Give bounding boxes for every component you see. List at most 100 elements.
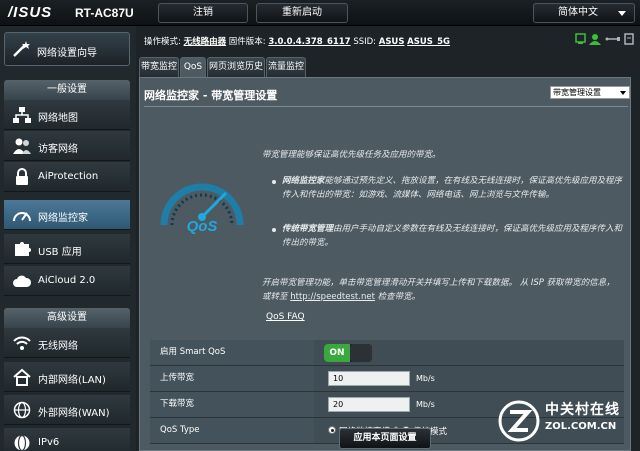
- firmware-label: 固件版本:: [228, 37, 266, 47]
- sidebar-item-wan[interactable]: 外部网络(WAN): [4, 395, 130, 425]
- watermark-en: ZOL.COM.CN: [545, 421, 617, 432]
- download-bandwidth-input[interactable]: 20: [328, 397, 410, 412]
- sidebar-item-traffic-manager[interactable]: 网络监控家: [4, 200, 130, 230]
- bullet-traffic-manager: 网络监控家能够通过预先定义、拖放设置，在有线及无线连接时，保证高优先级应用及程序…: [282, 174, 626, 202]
- ipv6-globe-icon: [14, 434, 30, 451]
- wireless-icon: [13, 336, 31, 350]
- sidebar-item-lan[interactable]: 内部网络(LAN): [4, 362, 130, 392]
- upload-bandwidth-label: 上传带宽: [150, 366, 314, 391]
- download-unit: Mb/s: [416, 400, 435, 409]
- sidebar-item-label: 网络地图: [38, 113, 78, 124]
- sidebar-item-label: AiProtection: [38, 171, 99, 182]
- sidebar-item-usb-application[interactable]: USB 应用: [4, 234, 130, 264]
- status-icons: [575, 33, 634, 45]
- ssid-24g-link[interactable]: ASUS: [379, 37, 405, 47]
- top-bar: /ISUS RT-AC87U 注销 重新启动 简体中文: [0, 0, 640, 26]
- status-line: 操作模式: 无线路由器 固件版本: 3.0.0.4.378_6117 SSID:…: [144, 35, 450, 47]
- language-value: 简体中文: [558, 7, 598, 18]
- download-bandwidth-label: 下载带宽: [150, 392, 314, 417]
- chevron-down-icon: [618, 11, 626, 16]
- hint-text: 开启带宽管理功能，单击带宽管理滑动开关并填写上传和下载数据。 从 ISP 获取带…: [262, 276, 622, 304]
- sidebar-item-label: 内部网络(LAN): [38, 375, 106, 386]
- table-row: 启用 Smart QoS ON: [150, 340, 624, 366]
- toggle-on-label: ON: [324, 344, 350, 362]
- firmware-value-link[interactable]: 3.0.0.4.378_6117: [268, 37, 350, 47]
- language-select[interactable]: 简体中文: [533, 3, 635, 23]
- tab-bandwidth-monitor[interactable]: 带宽监控: [139, 57, 179, 77]
- qos-type-radio-adaptive[interactable]: [328, 426, 336, 434]
- tab-web-history[interactable]: 网页浏览历史: [207, 57, 265, 77]
- sidebar-item-label: AiCloud 2.0: [38, 275, 96, 286]
- table-value-cell: 10 Mb/s: [314, 366, 624, 391]
- sidebar-item-label: 无线网络: [38, 341, 78, 352]
- advanced-section-header: 高级设置: [4, 308, 130, 328]
- sidebar-item-label: IPv6: [38, 437, 60, 448]
- traffic-gauge-icon: [13, 212, 31, 222]
- globe-icon: [13, 401, 31, 419]
- sidebar-item-network-map[interactable]: 网络地图: [4, 100, 130, 130]
- sidebar-item-aicloud[interactable]: AiCloud 2.0: [4, 266, 130, 296]
- tab-qos[interactable]: QoS: [180, 57, 206, 77]
- sidebar-item-label: 网络监控家: [38, 213, 88, 224]
- home-icon: [13, 368, 31, 386]
- setup-wizard-button[interactable]: 网络设置向导: [4, 32, 130, 66]
- sidebar-item-aiprotection[interactable]: AiProtection: [4, 162, 130, 192]
- bullet2-body: 由用户手动自定义参数在有线及无线连接时，保证高优先级应用及程序传入和传出的带宽。: [282, 224, 623, 248]
- hint-post: 检查带宽。: [377, 292, 421, 302]
- bullet1-title: 网络监控家: [282, 176, 325, 186]
- model-name: RT-AC87U: [75, 6, 134, 20]
- section-select-value: 带宽管理设置: [553, 88, 601, 97]
- title-divider: [144, 106, 628, 107]
- wizard-label: 网络设置向导: [37, 48, 97, 59]
- watermark-cn: 中关村在线: [545, 402, 620, 418]
- bullet1-body: 能够通过预先定义、拖放设置，在有线及无线连接时，保证高优先级应用及程序传入和传出…: [282, 176, 623, 200]
- speedtest-link[interactable]: http://speedtest.net: [290, 292, 375, 302]
- guest-network-icon: [13, 138, 31, 154]
- gauge-label: QoS: [187, 218, 218, 235]
- watermark: 中关村在线 ZOL.COM.CN: [493, 395, 640, 451]
- network-map-icon: [13, 107, 31, 123]
- sidebar-item-label: 访客网络: [38, 144, 78, 155]
- enable-qos-label: 启用 Smart QoS: [150, 340, 314, 365]
- qos-gauge-icon: QoS: [160, 183, 244, 235]
- chevron-down-icon: [620, 91, 626, 95]
- usb-puzzle-icon: [15, 242, 31, 256]
- user-status-icon[interactable]: [589, 34, 601, 45]
- sidebar-item-guest-network[interactable]: 访客网络: [4, 131, 130, 161]
- qos-type-label: QoS Type: [150, 418, 314, 443]
- aiprotection-lock-icon: [16, 168, 28, 185]
- app-status-icon[interactable]: [624, 33, 634, 45]
- sidebar-item-label: 外部网络(WAN): [38, 408, 110, 419]
- usb-status-icon[interactable]: [605, 37, 621, 41]
- main-content: 操作模式: 无线路由器 固件版本: 3.0.0.4.378_6117 SSID:…: [136, 26, 640, 451]
- mode-value-link[interactable]: 无线路由器: [184, 37, 227, 47]
- cloud-icon: [13, 275, 32, 287]
- zol-logo-icon: [498, 400, 540, 442]
- tab-traffic-monitor[interactable]: 流量监控: [266, 57, 306, 77]
- bullet-traditional-qos: 传统带宽管理由用户手动自定义参数在有线及无线连接时，保证高优先级应用及程序传入和…: [282, 222, 626, 250]
- qos-faq-link[interactable]: QoS FAQ: [266, 312, 305, 322]
- reboot-button[interactable]: 重新启动: [256, 3, 348, 23]
- intro-text: 带宽管理能够保证高优先级任务及应用的带宽。: [262, 150, 441, 160]
- sidebar-item-wireless[interactable]: 无线网络: [4, 328, 130, 358]
- upload-bandwidth-input[interactable]: 10: [328, 371, 410, 386]
- table-value-cell: ON: [314, 340, 624, 365]
- smart-qos-toggle[interactable]: ON: [324, 344, 372, 362]
- client-status-icon[interactable]: [575, 33, 586, 44]
- mode-label: 操作模式:: [144, 37, 181, 47]
- bullet-dot: [272, 180, 276, 184]
- sidebar-item-label: USB 应用: [38, 247, 82, 258]
- section-select[interactable]: 带宽管理设置: [550, 86, 630, 99]
- toggle-knob: [350, 344, 372, 362]
- brand-logo: /ISUS: [8, 4, 53, 21]
- ssid-5g-link[interactable]: ASUS_5G: [407, 37, 450, 47]
- table-row: 上传带宽 10 Mb/s: [150, 366, 624, 392]
- apply-button[interactable]: 应用本页面设置: [339, 428, 431, 449]
- logout-button[interactable]: 注销: [158, 3, 248, 23]
- general-section-header: 一般设置: [4, 80, 130, 100]
- page-title: 网络监控家 - 带宽管理设置: [144, 89, 278, 102]
- sidebar: 网络设置向导 一般设置 网络地图 访客网络 AiProtection 网络监控家: [0, 26, 136, 451]
- bullet-dot: [272, 228, 276, 232]
- sidebar-item-ipv6[interactable]: IPv6: [4, 428, 130, 451]
- magic-wand-icon: [13, 41, 30, 57]
